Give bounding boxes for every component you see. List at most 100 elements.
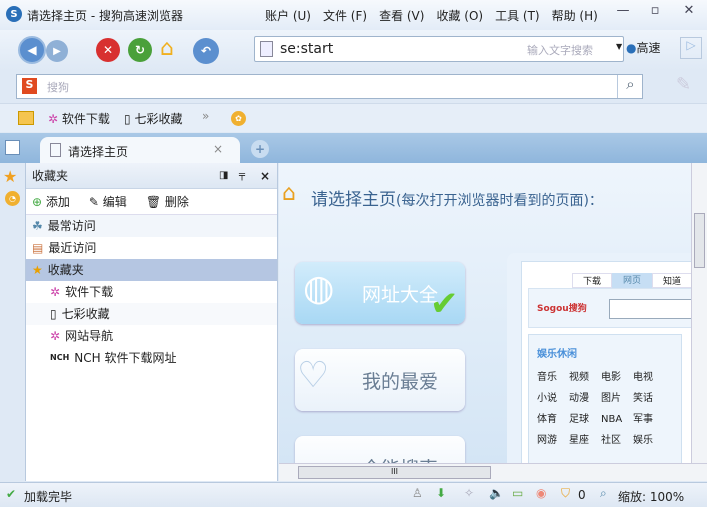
zoom-level[interactable]: 缩放: 100% bbox=[618, 488, 684, 505]
menu-favorites[interactable]: 收藏 (O) bbox=[436, 9, 483, 23]
user-icon[interactable]: ♙ bbox=[412, 486, 423, 500]
search-placeholder: 搜狗 bbox=[47, 81, 69, 94]
sidebar-item-frequent[interactable]: ☘ 最常访问 bbox=[26, 215, 277, 237]
preview-link: 足球 bbox=[569, 414, 589, 425]
menu-view[interactable]: 查看 (V) bbox=[379, 9, 424, 23]
favorite-nch[interactable]: NCH NCH 软件下载网址 bbox=[26, 347, 277, 369]
paw-icon[interactable]: ✿ bbox=[231, 111, 246, 126]
bookmarks-bar: ✲ 软件下载 ▯ 七彩收藏 » ✿ bbox=[0, 103, 707, 132]
favorites-folder-icon[interactable] bbox=[18, 111, 34, 125]
edit-label: 编辑 bbox=[102, 194, 127, 209]
add-label: 添加 bbox=[45, 194, 70, 209]
page-icon bbox=[260, 41, 273, 57]
bookmark-label: 七彩收藏 bbox=[134, 112, 183, 126]
menu-file[interactable]: 文件 (F) bbox=[323, 9, 367, 23]
status-bar: ✔ 加载完毕 ♙ ⬇ ✧ 🔈 ▭ ◉ ⛉ 0 ⌕ 缩放: 100% bbox=[0, 482, 707, 507]
url-text: se:start bbox=[280, 41, 334, 57]
page-icon: ▯ bbox=[124, 112, 131, 126]
favorite-site-nav[interactable]: ✲ 网站导航 bbox=[26, 325, 277, 347]
heading-sub: (每次打开浏览器时看到的页面)： bbox=[396, 193, 603, 209]
preview-link: 军事 bbox=[633, 414, 653, 425]
page-heading: 请选择主页(每次打开浏览器时看到的页面)： bbox=[311, 185, 603, 210]
eye-icon[interactable]: ◉ bbox=[536, 486, 546, 500]
preview-link: 图片 bbox=[601, 393, 621, 404]
search-icon[interactable]: ⌕ bbox=[617, 75, 643, 98]
preview-link: 视频 bbox=[569, 372, 589, 383]
maximize-button[interactable]: ▫ bbox=[640, 0, 670, 22]
delete-button[interactable]: 🗑 删除 bbox=[146, 191, 189, 213]
sidebar-item-recent[interactable]: ▤ 最近访问 bbox=[26, 237, 277, 259]
card-my-favorites[interactable]: ♡ 我的最爱 bbox=[295, 349, 465, 411]
nch-icon: NCH bbox=[50, 353, 70, 362]
go-button[interactable]: ▷ bbox=[680, 37, 702, 59]
menu-tools[interactable]: 工具 (T) bbox=[495, 9, 540, 23]
tab-title: 请选择主页 bbox=[68, 145, 129, 159]
page-icon: ▯ bbox=[50, 307, 57, 321]
download-icon[interactable]: ⬇ bbox=[436, 486, 446, 500]
horizontal-scrollbar[interactable]: III bbox=[279, 463, 707, 481]
pin-icon[interactable]: ◨ bbox=[219, 163, 228, 189]
plugin-icon[interactable]: ✧ bbox=[464, 486, 474, 500]
close-button[interactable]: ✕ bbox=[674, 0, 704, 22]
page-icon bbox=[50, 143, 61, 157]
engine-dropdown[interactable]: ▼ bbox=[616, 42, 622, 51]
preview-link: 星座 bbox=[569, 435, 589, 446]
menu-account[interactable]: 账户 (U) bbox=[265, 9, 311, 23]
menu-help[interactable]: 帮助 (H) bbox=[552, 9, 598, 23]
search-input[interactable]: S 搜狗 ⌕ bbox=[16, 74, 643, 99]
stop-button[interactable]: ✕ bbox=[96, 38, 120, 62]
heading-text: 请选择主页 bbox=[311, 190, 396, 210]
tab-active[interactable]: 请选择主页 × bbox=[40, 137, 240, 163]
sidebar-toggle-icon[interactable] bbox=[5, 140, 20, 155]
item-label: 软件下载 bbox=[65, 285, 114, 299]
hscroll-thumb[interactable]: III bbox=[298, 466, 491, 479]
preview-link: 体育 bbox=[537, 414, 557, 425]
folder-star-icon: ★ bbox=[32, 263, 43, 277]
more-bookmarks-button[interactable]: » bbox=[202, 109, 209, 123]
pen-icon[interactable]: ✎ bbox=[676, 74, 691, 95]
heart-icon: ♡ bbox=[297, 355, 330, 396]
add-icon: ⊕ bbox=[32, 194, 43, 209]
favorite-qicai[interactable]: ▯ 七彩收藏 bbox=[26, 303, 277, 325]
address-bar[interactable]: se:start 输入文字搜索 bbox=[254, 36, 624, 62]
speed-button[interactable]: ●高速 bbox=[626, 39, 661, 56]
new-tab-button[interactable]: + bbox=[251, 140, 269, 158]
sidebar-close-icon[interactable]: × bbox=[260, 163, 270, 189]
minimize-button[interactable]: — bbox=[608, 0, 638, 22]
bookmark-qicai[interactable]: ▯ 七彩收藏 bbox=[124, 110, 182, 127]
screen-icon[interactable]: ▭ bbox=[512, 486, 523, 500]
card-search[interactable]: 全能搜索 bbox=[295, 436, 465, 463]
sidebar-item-favorites[interactable]: ★ 收藏夹 bbox=[26, 259, 277, 281]
preview-links: 音乐 视频 电影 电视小说 动漫 图片 笑话体育 足球 NBA 军事网游 星座 社区 娱乐 bbox=[537, 368, 673, 452]
item-label: 网站导航 bbox=[65, 329, 114, 343]
history-icon[interactable]: ◔ bbox=[5, 191, 20, 206]
start-page: ⌂ 请选择主页(每次打开浏览器时看到的页面)： ◍ 网址大全✔ ♡ 我的最爱 全能搜… bbox=[279, 163, 707, 463]
item-label: 最近访问 bbox=[48, 241, 97, 255]
sound-icon[interactable]: 🔈 bbox=[489, 486, 504, 500]
preview-link: 小说 bbox=[537, 393, 557, 404]
back-button[interactable]: ◀ bbox=[18, 36, 46, 64]
shield-icon[interactable]: ⛉ bbox=[561, 486, 570, 501]
home-button[interactable]: ⌂ bbox=[160, 36, 174, 61]
favorites-star-icon[interactable]: ★ bbox=[3, 167, 17, 186]
favorite-software-download[interactable]: ✲ 软件下载 bbox=[26, 281, 277, 303]
status-text: 加载完毕 bbox=[24, 490, 73, 504]
scroll-thumb[interactable] bbox=[694, 213, 705, 268]
dock-icon[interactable]: ╤ bbox=[239, 163, 245, 189]
preview-link: 社区 bbox=[601, 435, 621, 446]
bookmark-software-download[interactable]: ✲ 软件下载 bbox=[48, 110, 110, 127]
card-url-directory[interactable]: ◍ 网址大全 ✔ bbox=[295, 262, 465, 324]
add-button[interactable]: ⊕ 添加 bbox=[32, 191, 70, 213]
vertical-scrollbar[interactable] bbox=[691, 163, 707, 463]
tab-close-icon[interactable]: × bbox=[213, 142, 223, 156]
delete-label: 删除 bbox=[164, 194, 189, 209]
home-icon: ⌂ bbox=[282, 181, 296, 206]
zoom-icon[interactable]: ⌕ bbox=[600, 486, 607, 501]
item-label: NCH 软件下载网址 bbox=[74, 351, 177, 365]
edit-button[interactable]: ✎ 编辑 bbox=[89, 191, 127, 213]
refresh-button[interactable]: ↻ bbox=[128, 38, 152, 62]
bookmark-label: 软件下载 bbox=[61, 112, 110, 126]
undo-close-button[interactable]: ↶ bbox=[193, 38, 219, 64]
favorites-sidebar: 收藏夹 ◨ ╤ × ⊕ 添加 ✎ 编辑 🗑 删除 ☘ 最常访问 ▤ 最近访问 ★ 收藏… bbox=[26, 163, 278, 481]
forward-button[interactable]: ▶ bbox=[46, 40, 68, 62]
